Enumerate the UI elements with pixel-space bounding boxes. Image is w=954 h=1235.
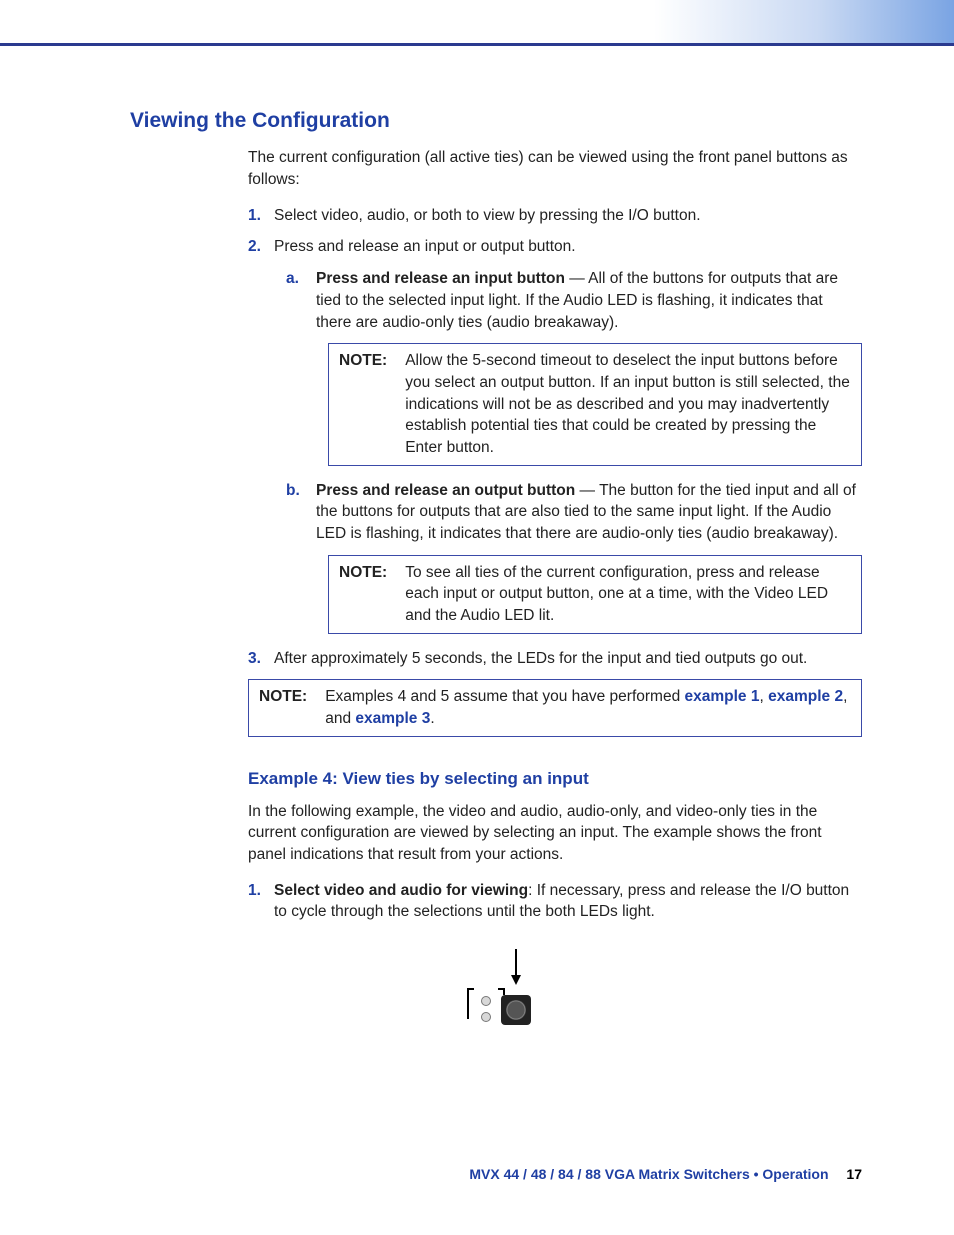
page-body: Viewing the Configuration The current co… [0, 46, 954, 1086]
note-box: NOTE: Allow the 5-second timeout to dese… [328, 343, 862, 465]
step-text: Press and release an input or output but… [274, 238, 576, 255]
example4-heading: Example 4: View ties by selecting an inp… [248, 767, 862, 791]
substep-letter: a. [286, 268, 299, 290]
step-2: 2. Press and release an input or output … [248, 236, 862, 633]
step-3: 3. After approximately 5 seconds, the LE… [248, 648, 862, 670]
substep-bold: Press and release an input button [316, 270, 565, 287]
footer-page: 17 [846, 1166, 862, 1182]
substep-a: a. Press and release an input button — A… [286, 268, 862, 466]
substeps: a. Press and release an input button — A… [286, 268, 862, 634]
step-bold: Select video and audio for viewing [274, 882, 528, 899]
step-number: 2. [248, 236, 261, 258]
step-number: 1. [248, 880, 261, 902]
note-label: NOTE: [339, 562, 387, 627]
step-number: 3. [248, 648, 261, 670]
footer-title: MVX 44 / 48 / 84 / 88 VGA Matrix Switche… [469, 1166, 828, 1182]
note-box: NOTE: Examples 4 and 5 assume that you h… [248, 679, 862, 736]
top-rule [0, 0, 954, 46]
step-1: 1. Select video, audio, or both to view … [248, 205, 862, 227]
io-button-icon [446, 949, 546, 1039]
page-footer: MVX 44 / 48 / 84 / 88 VGA Matrix Switche… [0, 1165, 954, 1185]
example4-step1: 1. Select video and audio for viewing: I… [248, 880, 862, 923]
step-text: Select video, audio, or both to view by … [274, 207, 701, 224]
substep-letter: b. [286, 480, 300, 502]
step-number: 1. [248, 205, 261, 227]
note-label: NOTE: [339, 350, 387, 458]
note-body: To see all ties of the current configura… [405, 562, 851, 627]
header-gradient [654, 0, 954, 43]
note-body: Examples 4 and 5 assume that you have pe… [325, 686, 851, 729]
example4-steps: 1. Select video and audio for viewing: I… [248, 880, 862, 923]
intro-text: The current configuration (all active ti… [248, 147, 862, 190]
example4-intro: In the following example, the video and … [248, 801, 862, 866]
substep-b: b. Press and release an output button — … [286, 480, 862, 634]
link-example-1[interactable]: example 1 [685, 688, 760, 705]
note-text: Examples 4 and 5 assume that you have pe… [325, 688, 684, 705]
steps-list: 1. Select video, audio, or both to view … [248, 205, 862, 670]
note-body: Allow the 5-second timeout to deselect t… [405, 350, 851, 458]
io-button-diagram [130, 949, 862, 1046]
step-text: After approximately 5 seconds, the LEDs … [274, 650, 807, 667]
sep: , [759, 688, 768, 705]
period: . [430, 710, 434, 727]
link-example-3[interactable]: example 3 [355, 710, 430, 727]
section-heading: Viewing the Configuration [130, 106, 862, 135]
link-example-2[interactable]: example 2 [768, 688, 843, 705]
note-label: NOTE: [259, 686, 307, 729]
note-box: NOTE: To see all ties of the current con… [328, 555, 862, 634]
substep-bold: Press and release an output button [316, 482, 575, 499]
